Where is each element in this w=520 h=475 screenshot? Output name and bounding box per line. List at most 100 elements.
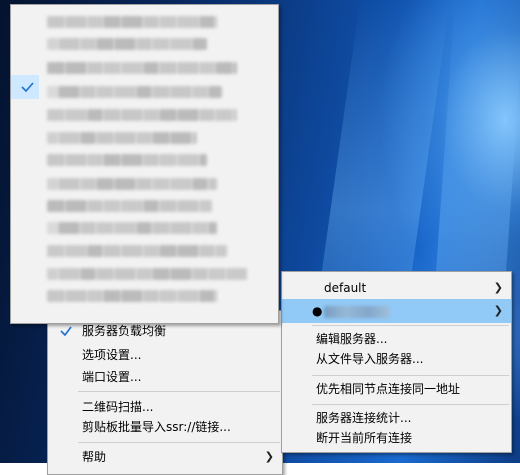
redacted-text-block (65, 154, 87, 166)
redacted-text-block (152, 132, 170, 144)
redacted-text-block (233, 62, 237, 74)
redacted-text-block (58, 132, 80, 144)
redacted-text-block (47, 290, 65, 302)
redacted-server-item[interactable] (11, 240, 278, 262)
redacted-text-block (159, 154, 177, 166)
redacted-text-block (103, 109, 121, 121)
redacted-text-block (152, 222, 170, 234)
menu-item-label: 编辑服务器... (316, 332, 388, 346)
menu-item-label: 选项设置... (82, 348, 142, 362)
menu-item-options[interactable]: 选项设置... (48, 343, 282, 367)
redacted-server-item[interactable] (11, 127, 278, 149)
redacted-text-block (208, 178, 217, 190)
menu-item-label: 服务器负载均衡 (82, 324, 167, 338)
menu-item-label: default (324, 281, 367, 295)
chevron-right-icon: ❯ (493, 281, 503, 294)
redacted-text-block (47, 38, 58, 50)
redacted-text-block (103, 290, 121, 302)
redacted-text-block (199, 62, 215, 74)
menu-item-group-default[interactable]: default ❯ (282, 276, 511, 300)
server-list-menu (10, 4, 279, 324)
redacted-text-block (80, 38, 96, 50)
redacted-text-block (114, 222, 136, 234)
redacted-server-item[interactable] (11, 217, 278, 239)
redacted-text-block (159, 109, 177, 121)
menu-item-import-from-file[interactable]: 从文件导入服务器... (282, 347, 511, 371)
redacted-text-block (170, 132, 192, 144)
redacted-text-block (192, 178, 208, 190)
redacted-text-block (177, 16, 199, 28)
redacted-server-item[interactable] (11, 285, 278, 307)
redacted-text-block (170, 86, 192, 98)
redacted-text-block (199, 109, 215, 121)
redacted-text-block (192, 222, 208, 234)
redacted-text-block (47, 16, 65, 28)
menu-separator (312, 404, 509, 405)
redacted-server-item[interactable] (11, 195, 278, 217)
redacted-server-item[interactable] (11, 57, 278, 79)
redacted-text-block (47, 86, 58, 98)
menu-item-label: 端口设置... (82, 370, 142, 384)
redacted-text-block (87, 154, 103, 166)
redacted-text-block (177, 109, 199, 121)
redacted-text-block (87, 245, 103, 257)
redacted-text-block (215, 62, 233, 74)
redacted-text-block (136, 268, 152, 280)
redacted-text-block (159, 16, 177, 28)
redacted-text-block (143, 16, 159, 28)
redacted-text-block (143, 109, 159, 121)
redacted-text-block (170, 222, 192, 234)
redacted-text-block (103, 16, 121, 28)
menu-item-help[interactable]: 帮助 ❯ (48, 445, 282, 469)
menu-item-group-selected[interactable]: ● ❯ (282, 299, 511, 323)
redacted-text-block (121, 109, 143, 121)
redacted-server-item[interactable] (11, 81, 278, 103)
servers-submenu: default ❯ ● ❯ 编辑服务器... 从文件导入服务器... 优先相同节… (281, 271, 512, 453)
redacted-text-block (143, 154, 159, 166)
redacted-server-item[interactable] (11, 11, 278, 33)
bullet-icon: ● (312, 304, 323, 318)
redacted-text-block (47, 200, 65, 212)
redacted-text-block (65, 16, 87, 28)
redacted-text-block (87, 16, 103, 28)
redacted-text-block (58, 268, 80, 280)
redacted-text-block (96, 86, 114, 98)
menu-item-label: 从文件导入服务器... (316, 352, 424, 366)
redacted-server-item[interactable] (11, 173, 278, 195)
redacted-text-block (226, 268, 247, 280)
redacted-text-block (170, 178, 192, 190)
menu-item-disconnect-all[interactable]: 断开当前所有连接 (282, 426, 511, 450)
redacted-text-block (208, 86, 222, 98)
main-context-menu: 服务器负载均衡 选项设置... 端口设置... 二维码扫描... 剪贴板批量导入… (47, 310, 283, 475)
menu-item-port-settings[interactable]: 端口设置... (48, 365, 282, 389)
redacted-text-block (103, 154, 121, 166)
redacted-text-block (121, 62, 143, 74)
redacted-text-block (143, 200, 159, 212)
redacted-text-block (121, 290, 143, 302)
menu-item-same-node-priority[interactable]: 优先相同节点连接同一地址 (282, 377, 511, 401)
redacted-text-block (192, 268, 208, 280)
menu-item-label: 优先相同节点连接同一地址 (316, 382, 461, 396)
redacted-server-item[interactable] (11, 104, 278, 126)
menu-item-clipboard-import[interactable]: 剪贴板批量导入ssr://链接... (48, 415, 282, 439)
redacted-text-block (215, 16, 217, 28)
redacted-group-name (324, 306, 390, 318)
redacted-text-block (114, 178, 136, 190)
redacted-text-block (47, 154, 65, 166)
redacted-text-block (152, 178, 170, 190)
redacted-text-block (47, 109, 65, 121)
redacted-text-block (96, 178, 114, 190)
redacted-text-block (159, 62, 177, 74)
redacted-server-item[interactable] (11, 263, 278, 285)
redacted-text-block (80, 178, 96, 190)
redacted-text-block (87, 290, 103, 302)
redacted-text-block (47, 178, 58, 190)
redacted-server-item[interactable] (11, 33, 278, 55)
redacted-server-item[interactable] (11, 149, 278, 171)
redacted-text-block (199, 154, 207, 166)
menu-item-label: 断开当前所有连接 (316, 431, 413, 445)
redacted-text-block (192, 132, 197, 144)
menu-separator (78, 442, 280, 443)
redacted-text-block (58, 178, 80, 190)
redacted-text-block (199, 245, 215, 257)
